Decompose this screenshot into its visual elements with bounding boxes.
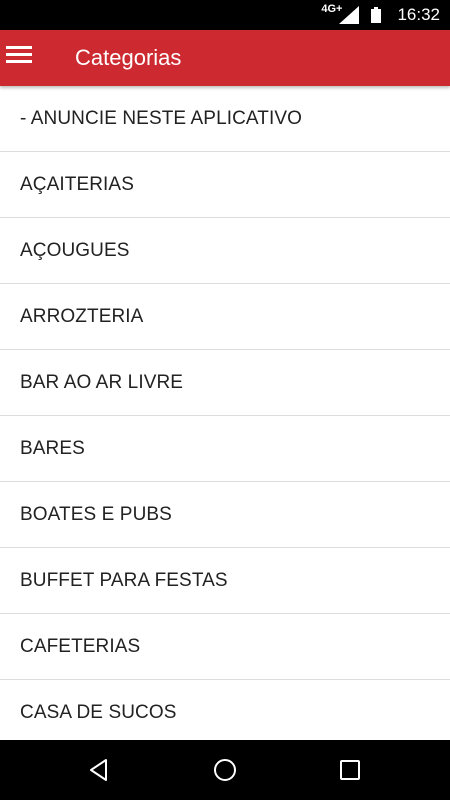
- navigation-bar: [0, 740, 450, 800]
- category-item[interactable]: BUFFET PARA FESTAS: [0, 548, 450, 614]
- category-item[interactable]: ARROZTERIA: [0, 284, 450, 350]
- category-item[interactable]: BAR AO AR LIVRE: [0, 350, 450, 416]
- category-item-label: BAR AO AR LIVRE: [20, 371, 184, 393]
- battery-icon: [371, 7, 382, 23]
- hamburger-menu-icon: [6, 44, 32, 64]
- category-item[interactable]: CASA DE SUCOS: [0, 680, 450, 740]
- home-button[interactable]: [212, 757, 238, 783]
- back-button[interactable]: [86, 757, 112, 783]
- category-item-label: BARES: [20, 437, 85, 459]
- category-item-label: BUFFET PARA FESTAS: [20, 569, 228, 591]
- category-item[interactable]: CAFETERIAS: [0, 614, 450, 680]
- status-bar: 4G+ 16:32: [0, 0, 450, 30]
- category-item-label: ARROZTERIA: [20, 305, 144, 327]
- page-title: Categorias: [75, 45, 182, 70]
- clock: 16:32: [397, 5, 440, 24]
- recents-button[interactable]: [337, 757, 363, 783]
- category-item[interactable]: AÇOUGUES: [0, 218, 450, 284]
- category-item-label: CAFETERIAS: [20, 635, 141, 657]
- category-item[interactable]: AÇAITERIAS: [0, 152, 450, 218]
- cell-signal-icon: [339, 6, 360, 24]
- category-item[interactable]: BOATES E PUBS: [0, 482, 450, 548]
- category-item-label: - ANUNCIE NESTE APLICATIVO: [20, 107, 303, 129]
- category-item-label: BOATES E PUBS: [20, 503, 172, 525]
- recents-square-icon: [340, 760, 360, 780]
- category-list[interactable]: - ANUNCIE NESTE APLICATIVO AÇAITERIAS AÇ…: [0, 86, 450, 740]
- back-triangle-icon: [90, 759, 107, 781]
- menu-button[interactable]: [6, 44, 32, 64]
- category-item[interactable]: - ANUNCIE NESTE APLICATIVO: [0, 86, 450, 152]
- category-item-label: AÇOUGUES: [20, 239, 130, 261]
- status-icons: 4G+ 16:32: [321, 0, 440, 30]
- category-item-label: AÇAITERIAS: [20, 173, 134, 195]
- app-bar: Categorias: [0, 30, 450, 86]
- category-item[interactable]: BARES: [0, 416, 450, 482]
- category-item-label: CASA DE SUCOS: [20, 701, 177, 723]
- home-circle-icon: [214, 759, 236, 781]
